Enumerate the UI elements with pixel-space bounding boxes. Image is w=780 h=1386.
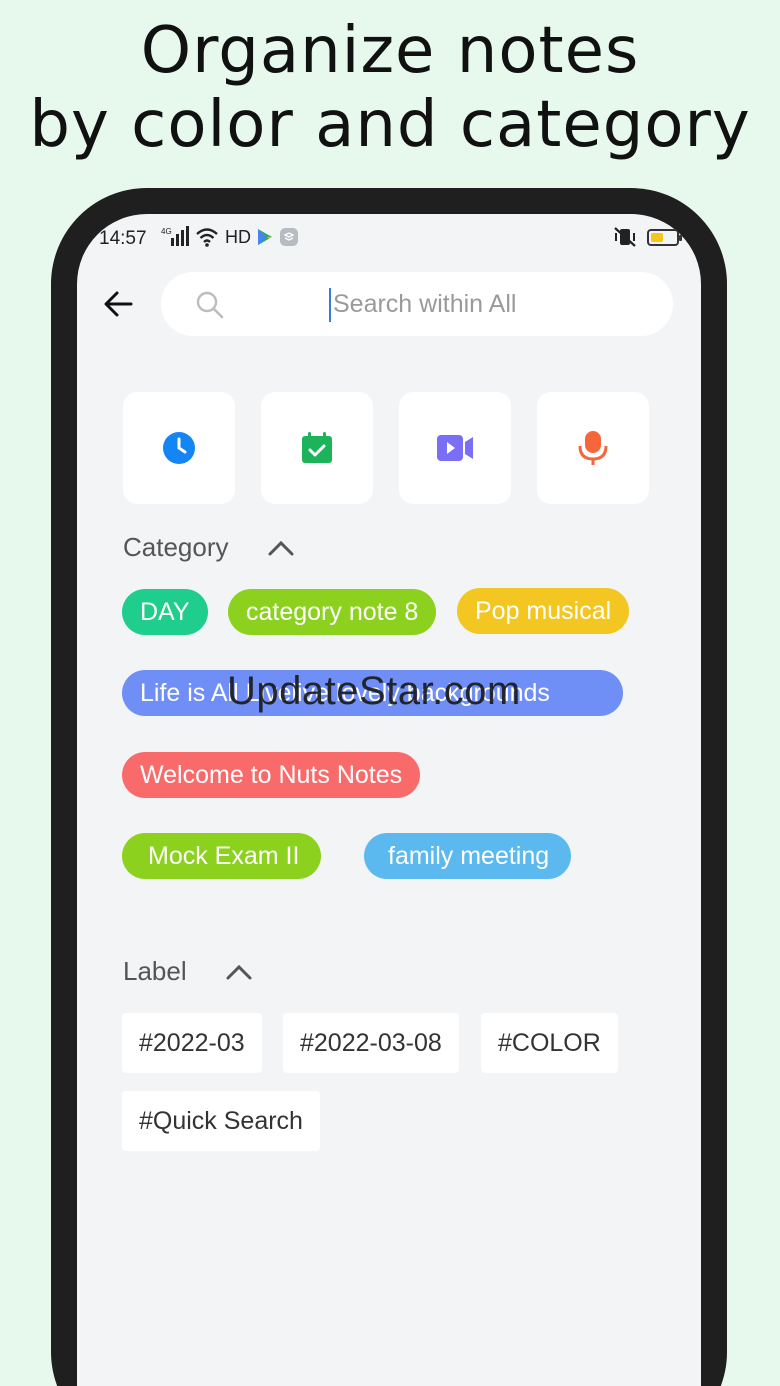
watermark: UpdateStar.com <box>227 669 521 713</box>
search-icon <box>196 291 224 319</box>
category-title: Category <box>123 532 229 562</box>
status-time: 14:57 <box>99 228 147 249</box>
reminder-button[interactable] <box>123 392 235 504</box>
svg-text:4G: 4G <box>161 227 172 236</box>
label-title: Label <box>123 956 187 986</box>
headline: Organize notes by color and category <box>0 14 780 162</box>
clock-icon <box>163 432 195 464</box>
category-chip-day[interactable]: DAY <box>122 589 208 635</box>
headline-line-2: by color and category <box>29 88 751 162</box>
category-chip-pop-musical[interactable]: Pop musical <box>457 588 630 634</box>
video-icon <box>437 435 473 461</box>
search-input[interactable] <box>333 284 653 324</box>
vibrate-off-icon <box>614 227 636 247</box>
video-button[interactable] <box>399 392 511 504</box>
microphone-icon <box>578 431 608 465</box>
category-header[interactable]: Category <box>123 532 295 563</box>
quick-actions <box>123 392 649 504</box>
category-chip-mock-exam[interactable]: Mock Exam II <box>122 833 322 879</box>
chevron-up-icon[interactable] <box>267 539 295 557</box>
back-arrow-icon[interactable] <box>101 286 137 322</box>
hd-indicator: HD <box>225 226 251 247</box>
status-right-icons <box>613 226 682 248</box>
chevron-up-icon[interactable] <box>225 963 253 981</box>
label-chip-quick-search[interactable]: #Quick Search <box>122 1091 320 1151</box>
calendar-check-icon <box>302 432 332 463</box>
status-left-icons: 4G HD <box>161 226 299 248</box>
category-chip-family-meeting[interactable]: family meeting <box>364 833 572 879</box>
search-bar[interactable] <box>161 272 673 336</box>
signal-icon: 4G <box>161 226 189 246</box>
battery-icon <box>647 228 682 246</box>
label-chip-color[interactable]: #COLOR <box>481 1013 618 1073</box>
label-header[interactable]: Label <box>123 956 253 987</box>
category-chip-welcome[interactable]: Welcome to Nuts Notes <box>122 752 421 798</box>
status-bar: 14:57 4G HD <box>77 214 701 264</box>
phone-screen: 14:57 4G HD Search within All Category D… <box>77 214 701 1386</box>
text-cursor <box>329 288 331 322</box>
calendar-button[interactable] <box>261 392 373 504</box>
label-chip-2022-03[interactable]: #2022-03 <box>122 1013 262 1073</box>
play-store-icon <box>258 229 272 245</box>
category-chip-category-note-8[interactable]: category note 8 <box>228 589 437 635</box>
label-chip-2022-03-08[interactable]: #2022-03-08 <box>283 1013 459 1073</box>
voice-button[interactable] <box>537 392 649 504</box>
wifi-icon <box>196 228 218 247</box>
app-notification-icon <box>280 228 298 246</box>
headline-line-1: Organize notes <box>140 14 640 88</box>
